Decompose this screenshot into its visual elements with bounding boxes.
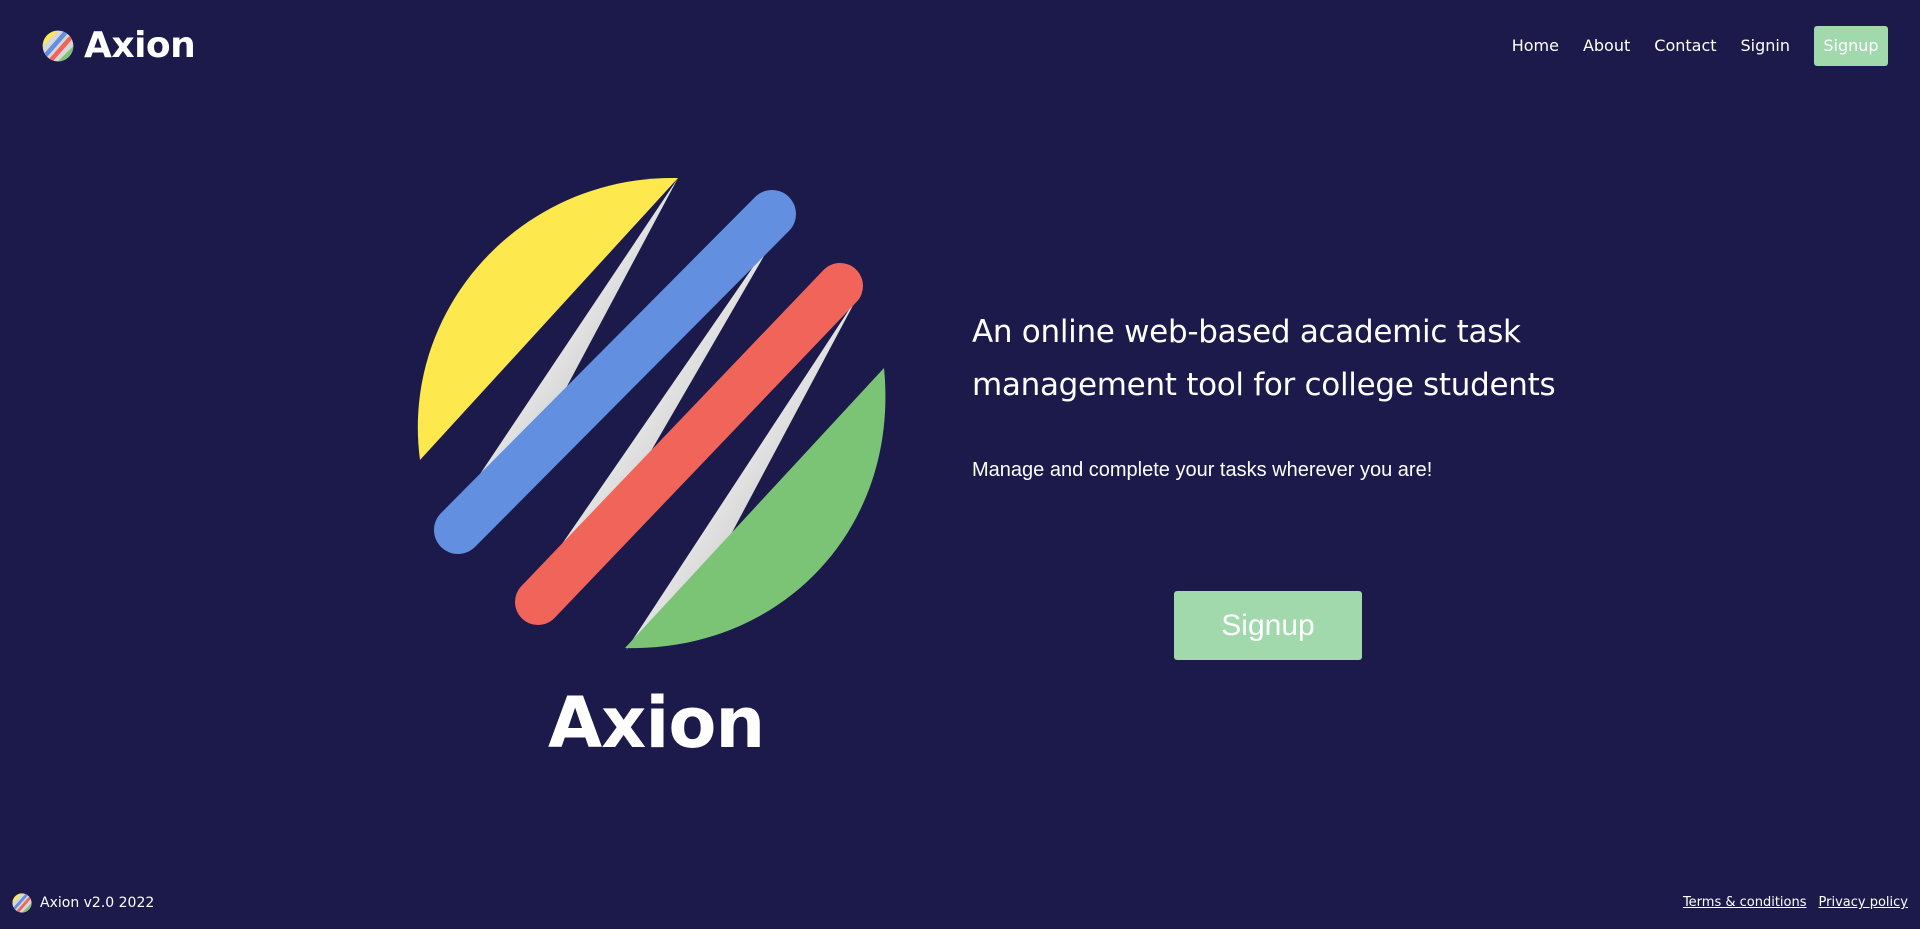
footer-brand: Axion v2.0 2022 [12, 893, 154, 913]
nav-about-link[interactable]: About [1583, 26, 1630, 66]
axion-logo-icon [42, 30, 74, 62]
nav-signup-button[interactable]: Signup [1814, 26, 1888, 66]
hero-subline: Manage and complete your tasks wherever … [972, 459, 1433, 481]
nav-signin-link[interactable]: Signin [1741, 26, 1790, 66]
main-nav: Home About Contact Signin Signup [1488, 26, 1888, 66]
hero-logo-name: Axion [548, 682, 765, 764]
footer-links: Terms & conditions Privacy policy [1683, 895, 1908, 910]
terms-link[interactable]: Terms & conditions [1683, 895, 1807, 910]
hero-text: An online web-based academic task manage… [972, 306, 1572, 484]
privacy-link[interactable]: Privacy policy [1819, 895, 1908, 910]
nav-home-link[interactable]: Home [1512, 26, 1559, 66]
hero-signup-button[interactable]: Signup [1174, 591, 1362, 660]
site-header: Axion Home About Contact Signin Signup [0, 0, 1920, 92]
hero-headline: An online web-based academic task manage… [972, 314, 1556, 403]
brand-link[interactable]: Axion [42, 25, 196, 66]
site-footer: Axion v2.0 2022 Terms & conditions Priva… [0, 879, 1920, 929]
axion-footer-logo-icon [12, 893, 32, 913]
footer-version: Axion v2.0 2022 [40, 895, 155, 911]
axion-hero-logo-icon [417, 177, 886, 650]
brand-name: Axion [84, 25, 196, 66]
nav-contact-link[interactable]: Contact [1654, 26, 1716, 66]
landing-page: Axion Home About Contact Signin Signup A… [0, 0, 1920, 929]
